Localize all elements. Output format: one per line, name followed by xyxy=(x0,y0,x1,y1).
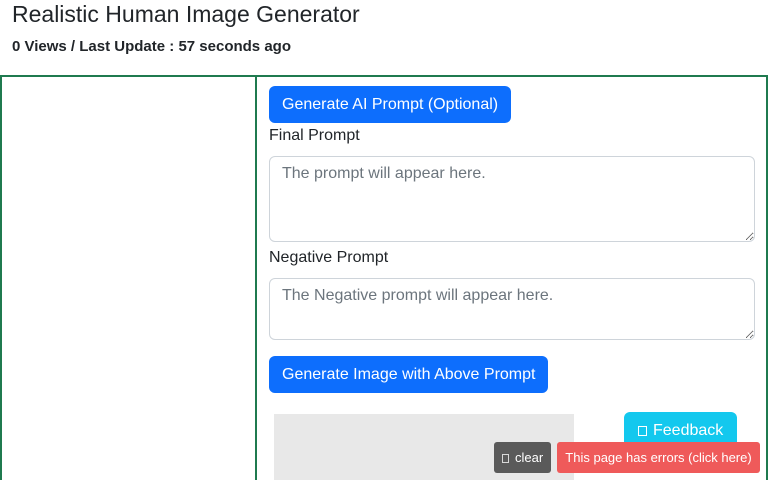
feedback-label: Feedback xyxy=(653,422,724,439)
generate-image-button[interactable]: Generate Image with Above Prompt xyxy=(269,356,549,393)
final-prompt-label: Final Prompt xyxy=(269,127,360,144)
page-errors-banner[interactable]: This page has errors (click here) xyxy=(557,442,760,473)
final-prompt-textarea[interactable] xyxy=(269,156,755,242)
page-title: Realistic Human Image Generator xyxy=(12,1,360,27)
feedback-icon xyxy=(638,426,647,436)
page: Realistic Human Image Generator 0 Views … xyxy=(0,0,768,480)
generate-ai-prompt-button[interactable]: Generate AI Prompt (Optional) xyxy=(269,86,512,123)
negative-prompt-textarea[interactable] xyxy=(269,278,755,340)
left-panel xyxy=(0,77,257,480)
trash-icon xyxy=(502,454,509,463)
negative-prompt-label: Negative Prompt xyxy=(269,249,389,266)
page-meta: 0 Views / Last Update : 57 seconds ago xyxy=(12,38,291,55)
clear-button[interactable]: clear xyxy=(494,442,552,473)
clear-label: clear xyxy=(515,450,544,465)
